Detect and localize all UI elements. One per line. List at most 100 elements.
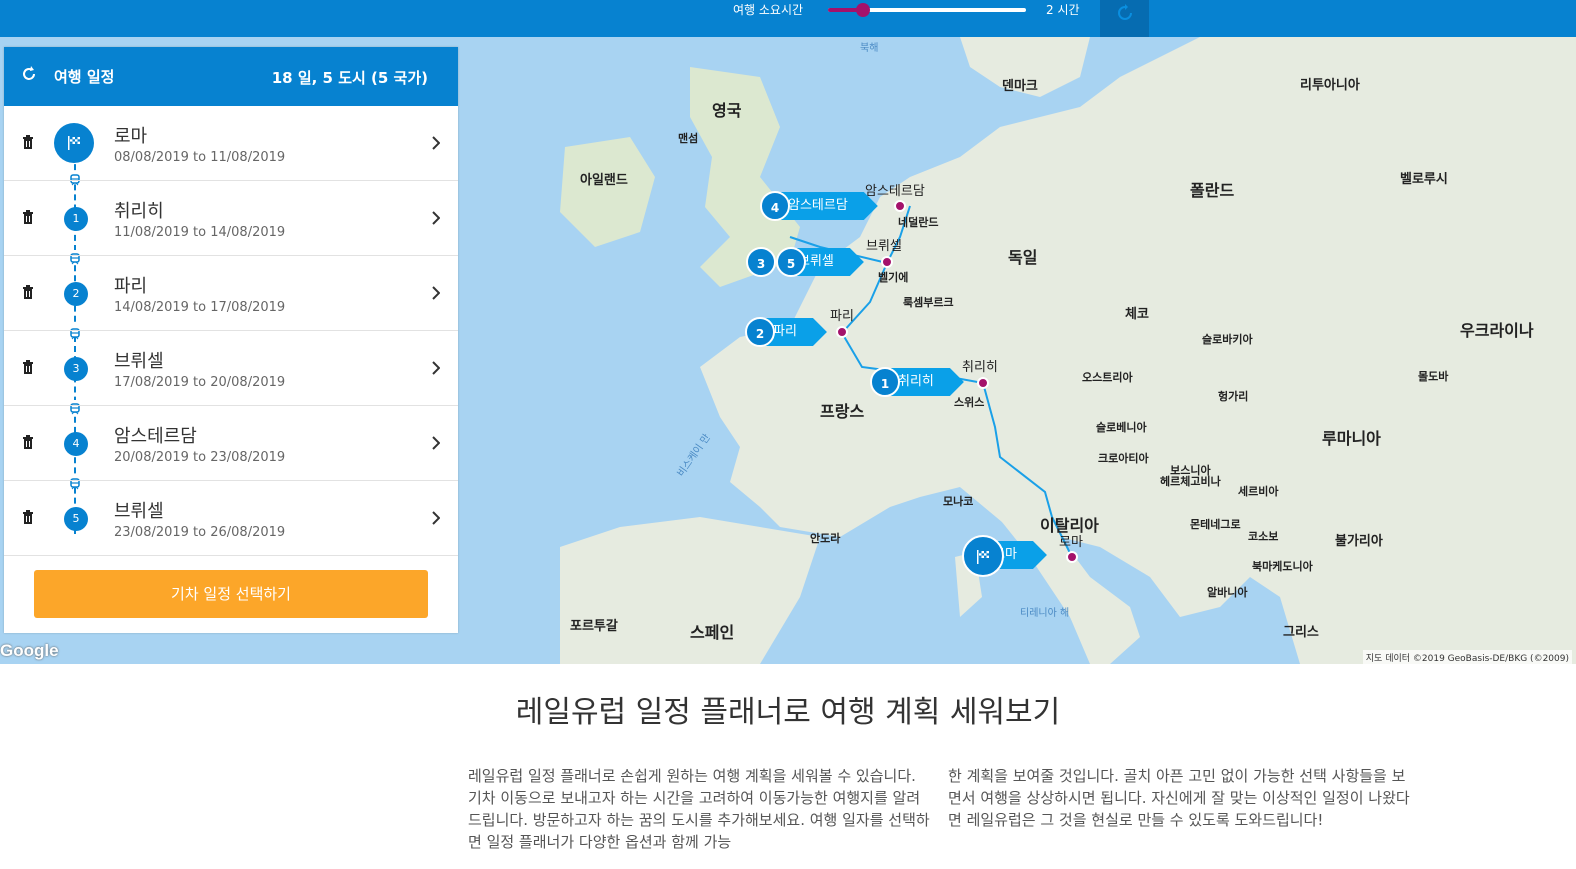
map-label-kosovo: 코소보 bbox=[1248, 530, 1279, 543]
stop-dates: 11/08/2019 to 14/08/2019 bbox=[114, 225, 286, 240]
intro-paragraph-left: 레일유럽 일정 플래너로 손쉽게 원하는 여행 계획을 세워볼 수 있습니다. … bbox=[468, 767, 930, 851]
map-city-paris: 파리 bbox=[830, 309, 854, 324]
map-city-zurich: 취리히 bbox=[962, 360, 998, 375]
map-label-france: 프랑스 bbox=[820, 402, 865, 421]
map-pin-amsterdam-dot[interactable] bbox=[894, 200, 906, 212]
stop-city: 파리 bbox=[114, 276, 148, 297]
map-label-slovenia: 슬로베니아 bbox=[1096, 421, 1147, 434]
itinerary-stop-zurich[interactable]: 1 취리히 11/08/2019 to 14/08/2019 bbox=[4, 181, 458, 256]
map-city-brussels: 브뤼셀 bbox=[866, 239, 902, 254]
map-label-slovakia: 슬로바키아 bbox=[1202, 333, 1253, 346]
itinerary-summary: 18 일, 5 도시 (5 국가) bbox=[271, 69, 428, 87]
page-headline: 레일유럽 일정 플래너로 여행 계획 세워보기 bbox=[515, 695, 1061, 730]
map-pin-amsterdam-label[interactable]: 암스테르담 bbox=[780, 192, 878, 220]
map-label-croatia: 크로아티아 bbox=[1098, 452, 1149, 465]
map-label-belgium: 벨기에 bbox=[878, 271, 909, 284]
trash-icon[interactable] bbox=[22, 135, 34, 149]
stop-badge: 3 bbox=[64, 357, 88, 381]
refresh-icon bbox=[1118, 4, 1132, 20]
map-pin-brussels-dot[interactable] bbox=[881, 256, 893, 268]
map-city-rome: 로마 bbox=[1059, 535, 1083, 550]
itinerary-stop-brussels-2[interactable]: 5 브뤼셀 23/08/2019 to 26/08/2019 bbox=[4, 481, 458, 556]
map-pin-paris-dot[interactable] bbox=[836, 326, 848, 338]
map-label-bulgaria: 불가리아 bbox=[1335, 534, 1383, 549]
chevron-right-icon[interactable] bbox=[432, 136, 440, 150]
map-attribution[interactable]: 지도 데이터 ©2019 GeoBasis-DE/BKG (©2009) bbox=[1362, 650, 1572, 664]
itinerary-panel: 여행 일정 18 일, 5 도시 (5 국가) 로마 08/08/2019 to… bbox=[4, 47, 458, 633]
map-label-monaco: 모나코 bbox=[943, 495, 974, 508]
stop-dates: 17/08/2019 to 20/08/2019 bbox=[114, 375, 286, 390]
stop-city: 로마 bbox=[114, 126, 148, 147]
map-label-albania: 알바니아 bbox=[1207, 586, 1248, 599]
trip-duration-value: 2 시간 bbox=[1046, 3, 1080, 17]
map-city-amsterdam: 암스테르담 bbox=[865, 184, 925, 199]
map-label-denmark: 덴마크 bbox=[1002, 79, 1038, 94]
map-pin-zurich-label[interactable]: 취리히 bbox=[890, 368, 964, 396]
map-pin-amsterdam-badge[interactable]: 4 bbox=[760, 191, 790, 221]
map-label-poland: 폴란드 bbox=[1190, 181, 1235, 200]
map-label-serbia: 세르비아 bbox=[1238, 485, 1279, 498]
stop-city: 브뤼셀 bbox=[114, 501, 164, 522]
trash-icon[interactable] bbox=[22, 210, 34, 224]
map-label-montenegro: 몬테네그로 bbox=[1190, 518, 1241, 531]
map-label-austria: 오스트리아 bbox=[1082, 371, 1133, 384]
map-label-moldova: 몰도바 bbox=[1418, 370, 1449, 383]
top-bar: 여행 소요시간 2 시간 bbox=[0, 0, 1576, 37]
stop-city: 암스테르담 bbox=[114, 426, 197, 447]
trash-icon[interactable] bbox=[22, 285, 34, 299]
stop-city: 브뤼셀 bbox=[114, 351, 164, 372]
trash-icon[interactable] bbox=[22, 510, 34, 524]
itinerary-stop-rome[interactable]: 로마 08/08/2019 to 11/08/2019 bbox=[4, 106, 458, 181]
map-label-uk: 영국 bbox=[712, 101, 742, 120]
refresh-button[interactable] bbox=[1100, 0, 1149, 37]
itinerary-header: 여행 일정 18 일, 5 도시 (5 국가) bbox=[4, 47, 458, 106]
stop-badge: 1 bbox=[64, 207, 88, 231]
itinerary-stop-brussels[interactable]: 3 브뤼셀 17/08/2019 to 20/08/2019 bbox=[4, 331, 458, 406]
stop-badge: 5 bbox=[64, 507, 88, 531]
map-label-spain: 스페인 bbox=[690, 623, 735, 642]
map-label-luxembourg: 룩셈부르크 bbox=[903, 296, 954, 309]
map-pin-rome-dot[interactable] bbox=[1066, 551, 1078, 563]
map-pin-zurich-badge[interactable]: 1 bbox=[870, 367, 900, 397]
map-pin-rome-badge[interactable] bbox=[962, 535, 1004, 577]
chevron-right-icon[interactable] bbox=[432, 361, 440, 375]
stop-dates: 23/08/2019 to 26/08/2019 bbox=[114, 525, 286, 540]
map-label-romania: 루마니아 bbox=[1322, 429, 1381, 448]
map-label-north-sea: 북해 bbox=[860, 43, 879, 54]
map-label-andorra: 안도라 bbox=[810, 532, 841, 545]
stop-badge: 4 bbox=[64, 432, 88, 456]
slider-handle[interactable] bbox=[856, 3, 870, 17]
checkered-flag-icon bbox=[68, 136, 80, 150]
trash-icon[interactable] bbox=[22, 435, 34, 449]
map-label-macedonia: 북마케도니아 bbox=[1252, 560, 1313, 573]
map-label-portugal: 포르투갈 bbox=[570, 619, 618, 634]
stop-dates: 08/08/2019 to 11/08/2019 bbox=[114, 150, 286, 165]
map-label-greece: 그리스 bbox=[1283, 625, 1319, 640]
map-label-lithuania: 리투아니아 bbox=[1300, 78, 1360, 93]
chevron-right-icon[interactable] bbox=[432, 511, 440, 525]
trip-duration-label: 여행 소요시간 bbox=[733, 3, 804, 17]
select-train-schedule-button[interactable]: 기차 일정 선택하기 bbox=[34, 570, 428, 618]
stop-dates: 20/08/2019 to 23/08/2019 bbox=[114, 450, 286, 465]
checkered-flag-icon bbox=[977, 550, 989, 564]
stop-badge: 2 bbox=[64, 282, 88, 306]
trash-icon[interactable] bbox=[22, 360, 34, 374]
map-label-tyrrhenian: 티레니아 해 bbox=[1020, 608, 1070, 619]
refresh-icon[interactable] bbox=[20, 65, 38, 83]
itinerary-stop-paris[interactable]: 2 파리 14/08/2019 to 17/08/2019 bbox=[4, 256, 458, 331]
map-label-ireland: 아일랜드 bbox=[580, 173, 628, 188]
map-label-belarus: 벨로루시 bbox=[1400, 172, 1448, 187]
chevron-right-icon[interactable] bbox=[432, 286, 440, 300]
chevron-right-icon[interactable] bbox=[432, 436, 440, 450]
map-label-netherlands: 네덜란드 bbox=[898, 216, 939, 229]
map-label-ukraine: 우크라이나 bbox=[1460, 321, 1534, 340]
map-pin-zurich-dot[interactable] bbox=[977, 377, 989, 389]
map-label-bosnia: 보스니아 헤르체고비나 bbox=[1160, 464, 1221, 488]
itinerary-stop-amsterdam[interactable]: 4 암스테르담 20/08/2019 to 23/08/2019 bbox=[4, 406, 458, 481]
map-label-germany: 독일 bbox=[1008, 248, 1038, 267]
map-pin-paris-badge[interactable]: 2 bbox=[745, 317, 775, 347]
map-pin-brussels-badge-5[interactable]: 5 bbox=[776, 247, 806, 277]
map-pin-brussels-badge-3[interactable]: 3 bbox=[746, 247, 776, 277]
intro-paragraph-right: 한 계획을 보여줄 것입니다. 골치 아픈 고민 없이 가능한 선택 사항들을 … bbox=[948, 767, 1410, 829]
chevron-right-icon[interactable] bbox=[432, 211, 440, 225]
